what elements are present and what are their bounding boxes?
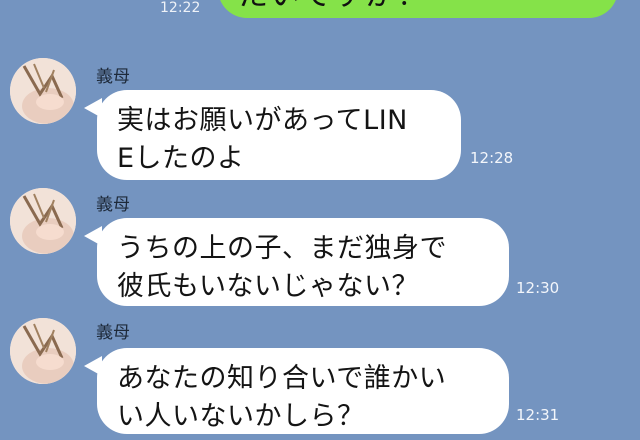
message-line: うちの上の子、まだ独身で <box>117 233 447 264</box>
message-bubble[interactable]: 実はお願いがあってLIN Eしたのよ <box>97 90 461 180</box>
sender-name: 義母 <box>96 195 130 215</box>
message-line: い人いないかしら？ <box>117 401 365 432</box>
sender-avatar[interactable] <box>10 318 76 384</box>
sender-avatar[interactable] <box>10 58 76 124</box>
message-time: 12:30 <box>516 279 560 297</box>
message-bubble[interactable]: うちの上の子、まだ独身で 彼氏もいないじゃない？ <box>97 218 509 306</box>
outgoing-message-bubble[interactable]: たいですか？ <box>218 0 618 18</box>
outgoing-message-text: たいですか？ <box>238 0 429 14</box>
sender-name: 義母 <box>96 67 130 87</box>
message-bubble[interactable]: あなたの知り合いで誰かい い人いないかしら？ <box>97 348 509 434</box>
message-line: 実はお願いがあってLIN <box>117 105 408 136</box>
message-time: 12:28 <box>470 149 514 167</box>
sender-avatar[interactable] <box>10 188 76 254</box>
message-time: 12:31 <box>516 406 560 424</box>
message-line: 彼氏もいないじゃない？ <box>117 271 419 302</box>
sender-name: 義母 <box>96 323 130 343</box>
message-line: あなたの知り合いで誰かい <box>117 363 447 394</box>
message-line: Eしたのよ <box>117 143 245 174</box>
outgoing-message-time: 12:22 <box>160 0 201 16</box>
chat-screen: たいですか？ 12:22 義母 実はお願いがあってLIN Eしたのよ 12:28 <box>0 0 640 440</box>
